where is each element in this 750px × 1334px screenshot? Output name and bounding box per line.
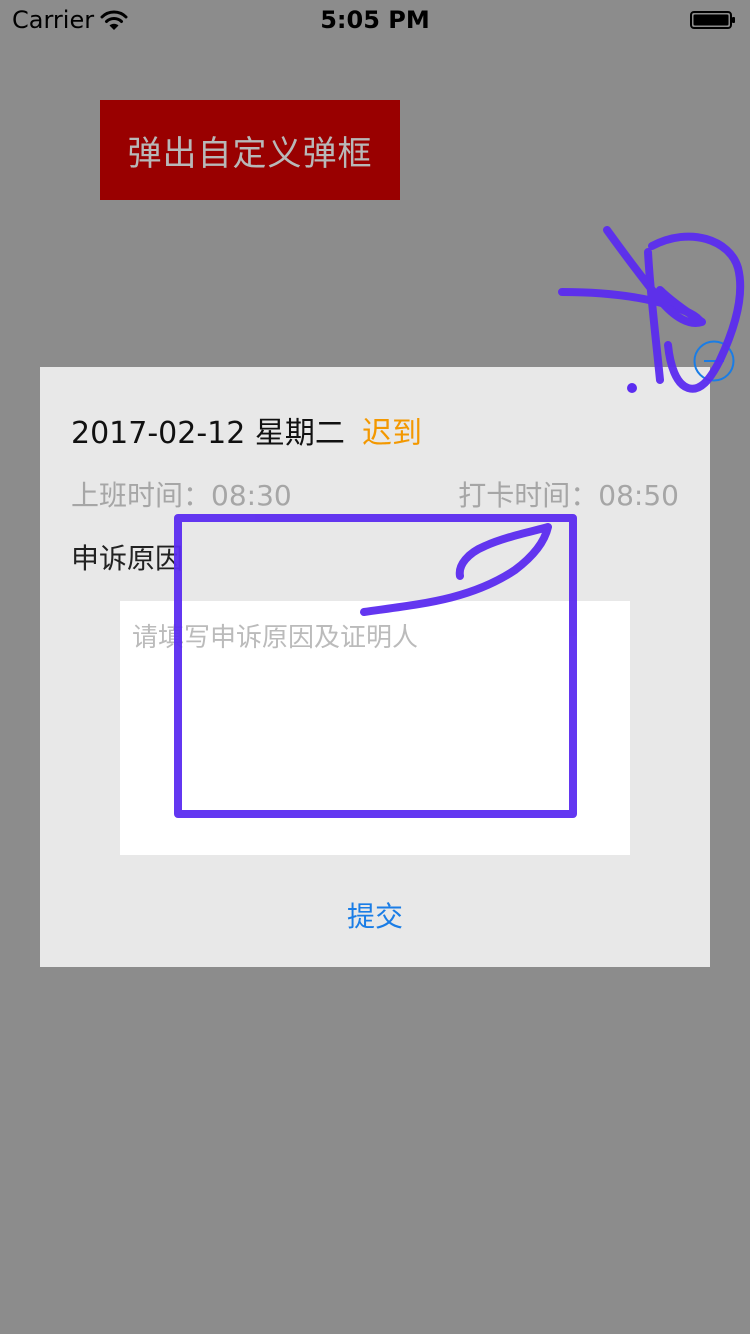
close-icon[interactable] [692, 339, 736, 383]
work-start-time: 上班时间：08:30 [71, 479, 292, 512]
late-status-tag: 迟到 [362, 416, 422, 451]
battery-icon [690, 11, 735, 29]
appeal-reason-label: 申诉原因 [71, 542, 184, 575]
show-custom-dialog-button[interactable]: 弹出自定义弹框 [100, 100, 400, 200]
appeal-reason-input[interactable] [120, 601, 630, 855]
annotation-arrow-stroke [558, 288, 704, 326]
status-bar: Carrier 5:05 PM [0, 0, 750, 40]
date-label: 2017-02-12 星期二 [71, 416, 345, 451]
clock: 5:05 PM [320, 6, 430, 34]
punch-in-time: 打卡时间：08:50 [458, 479, 679, 512]
submit-button[interactable]: 提交 [40, 895, 710, 935]
appeal-dialog: 2017-02-12 星期二 迟到 上班时间：08:30 打卡时间：08:50 … [40, 367, 710, 967]
